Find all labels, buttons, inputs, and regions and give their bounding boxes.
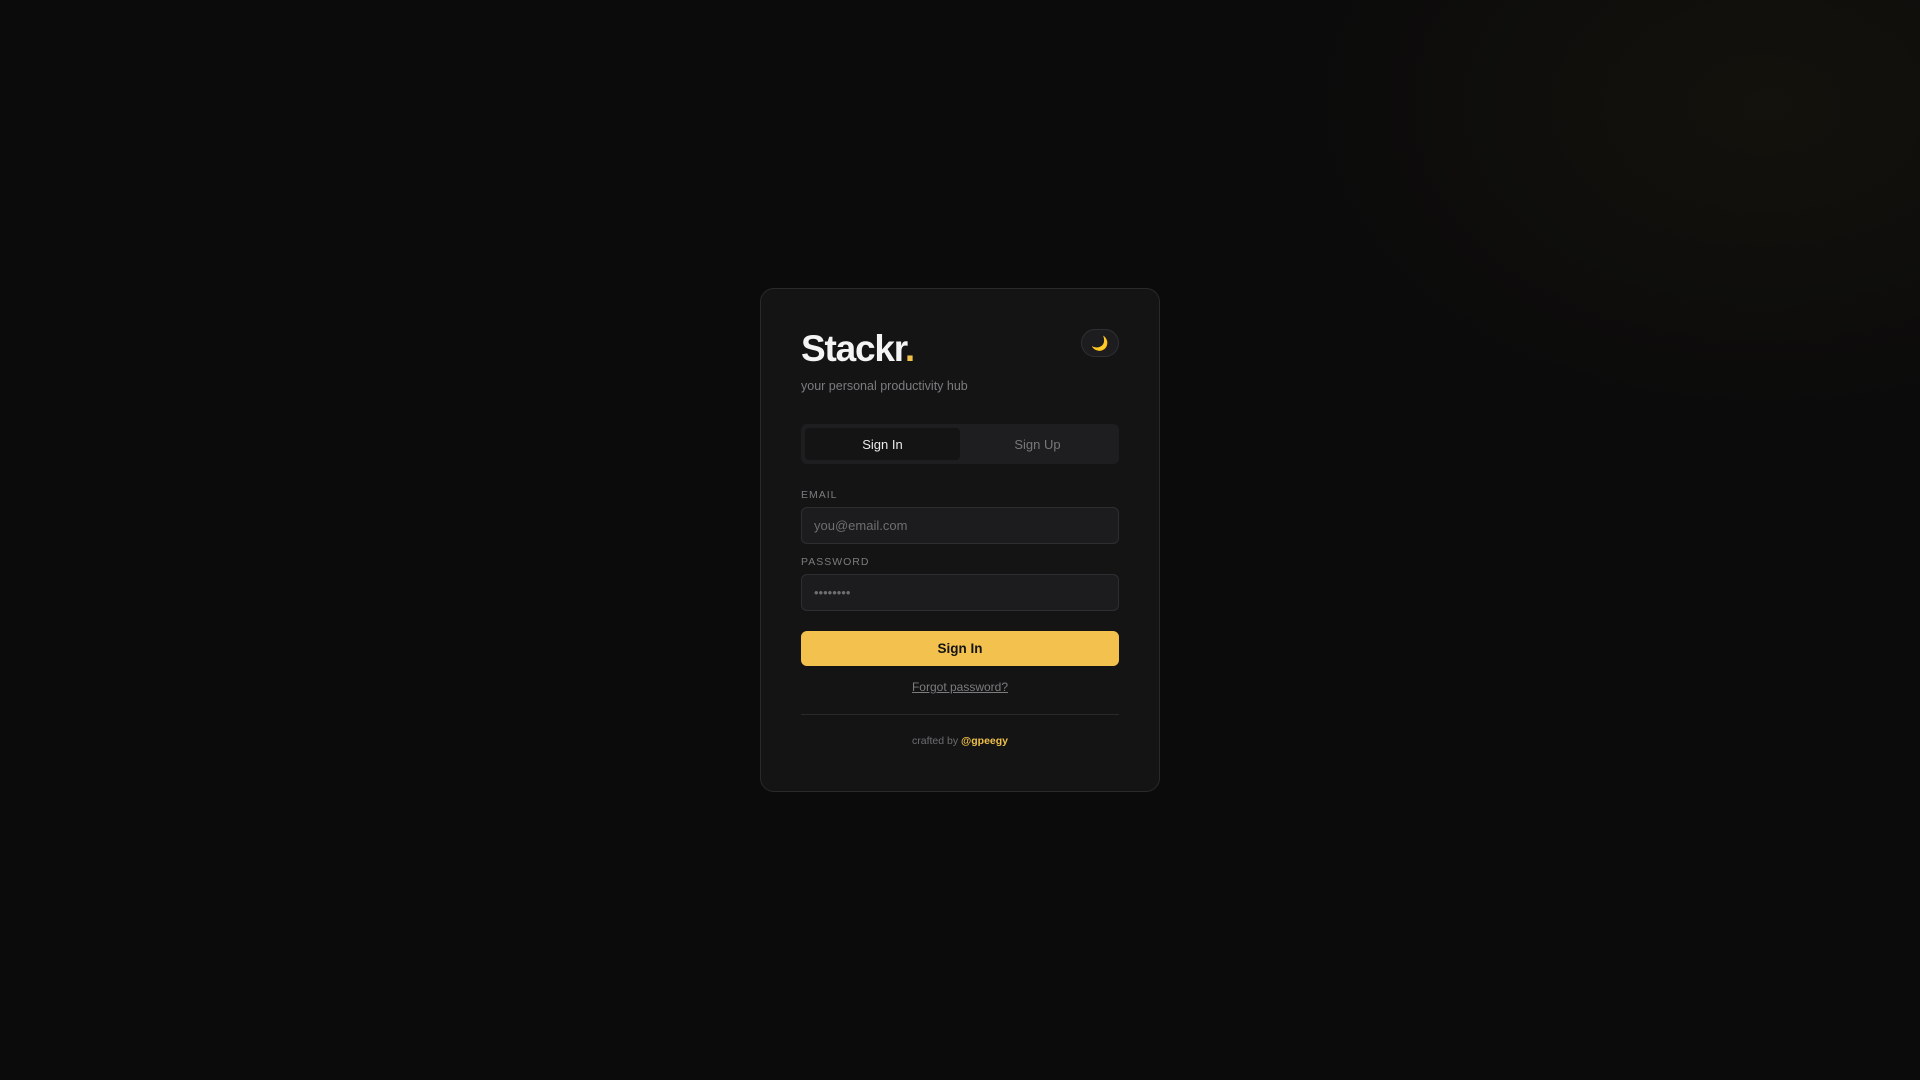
author-handle-link[interactable]: @gpeegy: [961, 735, 1008, 747]
app-name-dot: .: [904, 328, 915, 369]
theme-toggle-button[interactable]: 🌙: [1081, 329, 1119, 357]
auth-card: Stackr. your personal productivity hub 🌙…: [760, 288, 1160, 792]
moon-icon: 🌙: [1091, 334, 1109, 351]
forgot-password-container: Forgot password?: [801, 680, 1119, 694]
tab-sign-in[interactable]: Sign In: [805, 428, 960, 460]
app-name: Stackr: [801, 328, 906, 369]
sign-in-button[interactable]: Sign In: [801, 631, 1119, 666]
footer-credit: crafted by @gpeegy: [801, 735, 1119, 747]
forgot-password-link[interactable]: Forgot password?: [912, 680, 1008, 694]
app-logo: Stackr.: [801, 329, 1119, 369]
divider: [801, 714, 1119, 715]
email-label: EMAIL: [801, 489, 838, 501]
tab-sign-up[interactable]: Sign Up: [960, 428, 1115, 460]
background-glow: [1300, 0, 1920, 420]
footer-prefix: crafted by: [911, 735, 959, 747]
email-field[interactable]: [801, 507, 1119, 544]
auth-tabs: Sign In Sign Up: [801, 424, 1119, 464]
password-field[interactable]: [801, 574, 1119, 611]
app-tagline: your personal productivity hub: [801, 379, 968, 393]
password-label: PASSWORD: [801, 556, 870, 568]
